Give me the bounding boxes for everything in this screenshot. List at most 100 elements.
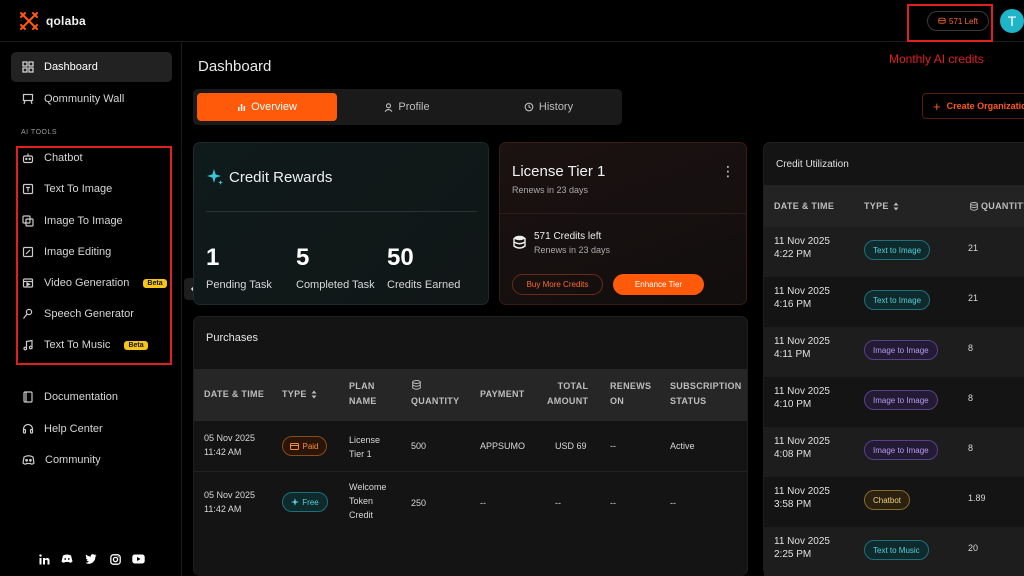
brand-logo[interactable]: qolaba [18, 10, 86, 32]
row-plan: Welcome Token Credit [349, 482, 387, 520]
card-icon [290, 442, 300, 450]
sidebar: Dashboard Qommunity Wall AI TOOLS Chatbo… [0, 42, 182, 576]
sidebar-item-speech-generator[interactable]: Speech Generator [11, 299, 172, 329]
create-organization-button[interactable]: + Create Organization [922, 93, 1024, 119]
row-quantity: 8 [968, 393, 974, 403]
col-plan: PLAN NAME [349, 381, 377, 406]
col-type[interactable]: TYPE [282, 387, 317, 402]
table-row: 11 Nov 2025 4:22 PM Text to Image 21 [764, 227, 1024, 277]
user-avatar[interactable]: T [1000, 9, 1024, 33]
utilization-table-header: DATE & TIME TYPE QUANTITY [764, 185, 1024, 227]
pending-task-label: Pending Task [206, 279, 272, 291]
table-row: 11 Nov 2025 4:08 PM Image to Image 8 [764, 427, 1024, 477]
user-icon [384, 102, 393, 112]
instagram-link[interactable] [108, 552, 122, 566]
type-badge: Image to Image [864, 340, 938, 360]
license-tier-card: License Tier 1 Renews in 23 days ⋮ 571 C… [499, 142, 747, 305]
sidebar-item-community[interactable]: Community [11, 445, 172, 475]
top-bar: qolaba 571 Left T [0, 0, 1024, 42]
doc-icon [23, 391, 33, 403]
sidebar-item-documentation[interactable]: Documentation [11, 382, 172, 412]
license-renews: Renews in 23 days [512, 185, 589, 195]
sparkle-icon [207, 169, 223, 185]
col-type[interactable]: TYPE [864, 199, 899, 214]
beta-badge: Beta [143, 278, 167, 288]
sidebar-item-label: Image To Image [44, 215, 123, 227]
buy-more-credits-button[interactable]: Buy More Credits [512, 274, 603, 295]
row-date: 11 Nov 2025 4:16 PM [774, 286, 830, 310]
sidebar-item-label: Documentation [44, 391, 118, 403]
credits-left-button[interactable]: 571 Left [927, 11, 989, 31]
purchases-title: Purchases [206, 332, 258, 344]
credit-utilization-title: Credit Utilization [776, 159, 849, 170]
tab-label: Profile [398, 101, 430, 113]
col-date: DATE & TIME [774, 201, 835, 211]
more-options-icon[interactable]: ⋮ [721, 163, 735, 180]
row-date: 05 Nov 2025 11:42 AM [204, 490, 256, 514]
row-total: USD 69 [555, 441, 587, 451]
row-quantity: 21 [968, 293, 979, 303]
sidebar-item-label: Speech Generator [44, 308, 134, 320]
row-total: -- [555, 498, 561, 508]
row-quantity: 250 [411, 498, 427, 508]
row-plan: License Tier 1 [349, 435, 381, 459]
sidebar-item-label: Text To Music [44, 339, 111, 351]
bot-icon [22, 153, 34, 164]
tab-history[interactable]: History [479, 93, 618, 121]
row-quantity: 8 [968, 343, 974, 353]
instagram-icon [109, 553, 121, 565]
sidebar-item-image-editing[interactable]: Image Editing [11, 237, 172, 267]
linkedin-link[interactable] [37, 552, 51, 566]
sidebar-item-video-generation[interactable]: Video Generation Beta [11, 268, 172, 298]
text-image-icon [22, 183, 34, 195]
sort-icon [893, 202, 899, 211]
row-renews: -- [610, 441, 616, 451]
sidebar-item-chatbot[interactable]: Chatbot [11, 143, 172, 173]
music-icon [23, 339, 33, 351]
sidebar-item-dashboard[interactable]: Dashboard [11, 52, 172, 82]
sidebar-item-label: Chatbot [44, 152, 83, 164]
col-payment: PAYMENT [480, 389, 525, 399]
plus-icon: + [933, 98, 941, 114]
col-type-label: TYPE [282, 389, 307, 399]
coins-icon [938, 17, 946, 24]
discord-icon [61, 554, 73, 563]
credits-earned-label: Credits Earned [387, 279, 461, 291]
row-date: 11 Nov 2025 4:08 PM [774, 436, 830, 460]
row-quantity: 1.89 [968, 493, 986, 503]
row-status: -- [670, 498, 676, 508]
credit-rewards-card: Credit Rewards 1 Pending Task 5 Complete… [193, 142, 489, 305]
sidebar-item-qommunity-wall[interactable]: Qommunity Wall [11, 84, 172, 114]
youtube-link[interactable] [131, 552, 145, 566]
page-title: Dashboard [198, 58, 272, 75]
paid-badge: Paid [282, 436, 327, 456]
sparkle-icon [291, 498, 300, 506]
purchases-card: Purchases DATE & TIME TYPE PLAN NAME QUAN… [193, 316, 748, 576]
type-badge: Text to Image [864, 290, 931, 310]
row-date: 11 Nov 2025 3:58 PM [774, 486, 830, 510]
sidebar-item-text-to-music[interactable]: Text To Music Beta [11, 330, 172, 360]
beta-badge: Beta [124, 340, 148, 350]
discord-link[interactable] [60, 552, 74, 566]
row-date: 11 Nov 2025 4:10 PM [774, 386, 830, 410]
twitter-link[interactable] [84, 552, 98, 566]
divider [500, 213, 746, 214]
sidebar-item-image-to-image[interactable]: Image To Image [11, 206, 172, 236]
sidebar-item-text-to-image[interactable]: Text To Image [11, 174, 172, 204]
purchases-table-header: DATE & TIME TYPE PLAN NAME QUANTITY PAYME… [194, 369, 747, 421]
tab-profile[interactable]: Profile [339, 93, 475, 121]
row-date: 11 Nov 2025 4:11 PM [774, 336, 830, 360]
license-tier-title: License Tier 1 [512, 163, 606, 180]
brand-name: qolaba [46, 14, 86, 28]
row-quantity: 20 [968, 543, 979, 553]
enhance-tier-button[interactable]: Enhance Tier [613, 274, 704, 295]
sidebar-item-help-center[interactable]: Help Center [11, 414, 172, 444]
sidebar-item-label: Qommunity Wall [44, 93, 125, 105]
type-badge: Image to Image [864, 390, 938, 410]
table-row: 11 Nov 2025 3:58 PM Chatbot 1.89 [764, 477, 1024, 527]
row-date: 05 Nov 2025 11:42 AM [204, 433, 256, 457]
sidebar-item-label: Help Center [44, 423, 103, 435]
col-quantity: QUANTITY [411, 396, 460, 406]
tab-overview[interactable]: Overview [197, 93, 337, 121]
edit-icon [22, 246, 34, 258]
